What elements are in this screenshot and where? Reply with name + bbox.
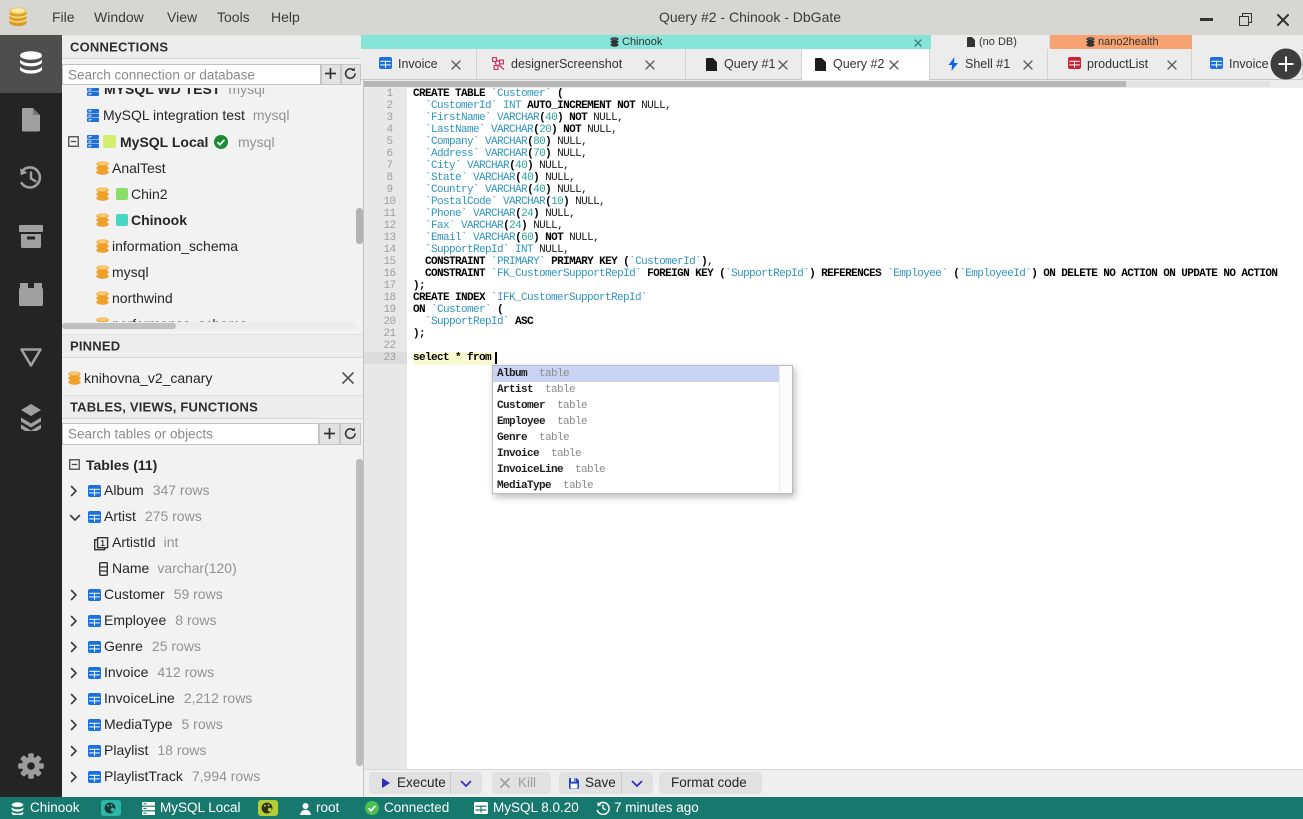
svg-text:1: 1 — [100, 539, 105, 548]
